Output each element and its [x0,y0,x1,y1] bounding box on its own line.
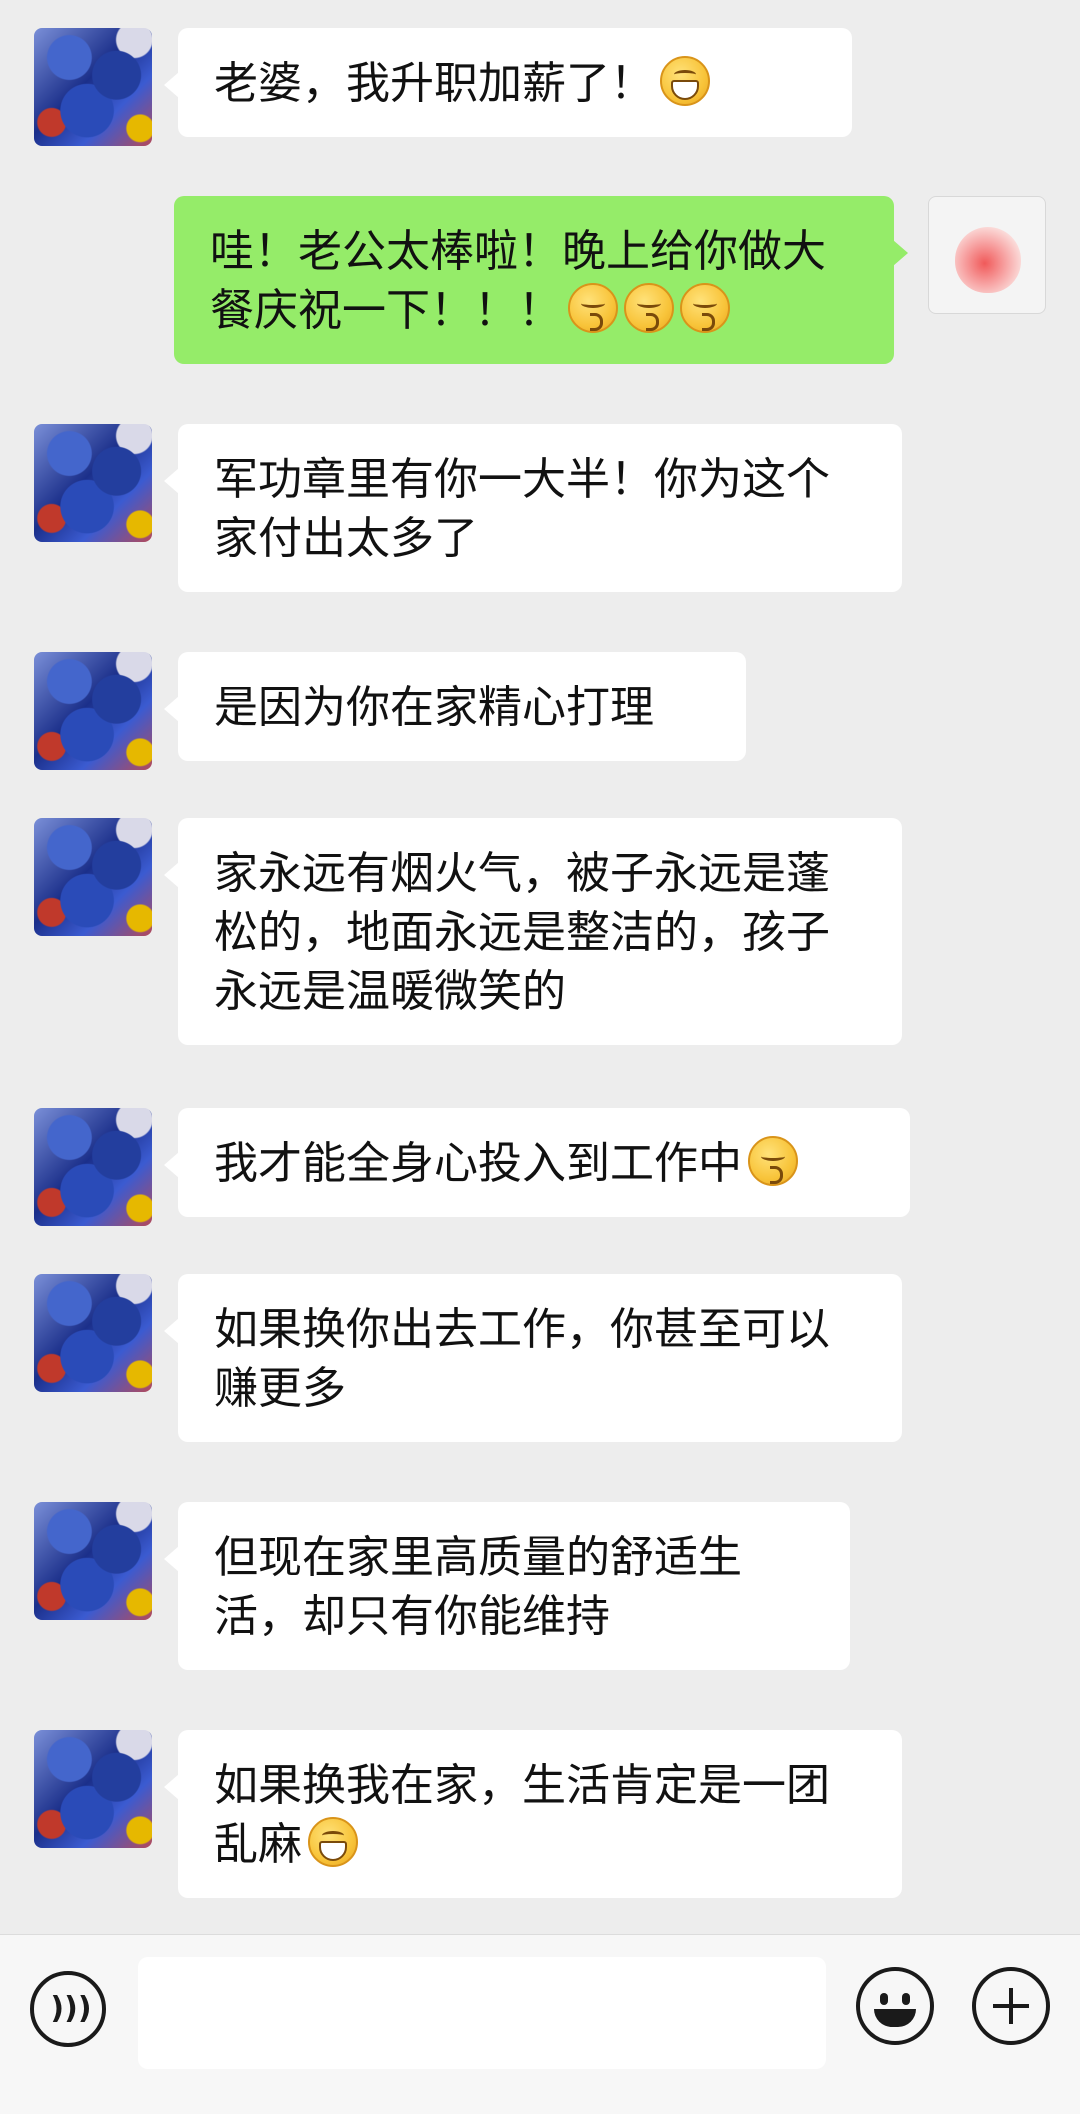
incoming-message: 但现在家里高质量的舒适生活，却只有你能维持 [34,1502,850,1670]
incoming-message: 我才能全身心投入到工作中 [34,1108,910,1226]
contact-avatar[interactable] [34,652,152,770]
incoming-message: 军功章里有你一大半！你为这个家付出太多了 [34,424,902,592]
message-text: 哇！老公太棒啦！晚上给你做大餐庆祝一下！！！ [210,226,826,336]
grin-emoji-icon [308,1817,358,1867]
emoji-button[interactable] [856,1967,934,2045]
my-avatar[interactable] [928,196,1046,314]
contact-avatar[interactable] [34,424,152,542]
outgoing-message: 哇！老公太棒啦！晚上给你做大餐庆祝一下！！！ [174,196,1046,364]
chat-message-list[interactable]: 老婆，我升职加薪了！ 哇！老公太棒啦！晚上给你做大餐庆祝一下！！！ 军功章里有你… [0,0,1080,1934]
incoming-message: 家永远有烟火气，被子永远是蓬松的，地面永远是整洁的，孩子永远是温暖微笑的 [34,818,902,1045]
kiss-emoji-icon [624,283,674,333]
contact-avatar[interactable] [34,28,152,146]
message-bubble[interactable]: 如果换我在家，生活肯定是一团乱麻 [164,1730,902,1898]
message-text: 如果换你出去工作，你甚至可以赚更多 [214,1304,830,1414]
voice-icon: ))) [50,1991,92,2026]
message-text: 军功章里有你一大半！你为这个家付出太多了 [214,454,830,564]
contact-avatar[interactable] [34,1502,152,1620]
message-bubble[interactable]: 我才能全身心投入到工作中 [164,1108,910,1217]
message-bubble[interactable]: 哇！老公太棒啦！晚上给你做大餐庆祝一下！！！ [174,196,908,364]
kiss-emoji-icon [748,1136,798,1186]
message-text: 但现在家里高质量的舒适生活，却只有你能维持 [214,1532,742,1642]
message-text: 我才能全身心投入到工作中 [214,1138,742,1189]
incoming-message: 老婆，我升职加薪了！ [34,28,852,146]
peach-icon [955,227,1021,293]
message-bubble[interactable]: 如果换你出去工作，你甚至可以赚更多 [164,1274,902,1442]
message-text: 家永远有烟火气，被子永远是蓬松的，地面永远是整洁的，孩子永远是温暖微笑的 [214,848,830,1017]
voice-button[interactable]: ))) [30,1971,106,2047]
kiss-emoji-icon [680,283,730,333]
contact-avatar[interactable] [34,1108,152,1226]
message-bubble[interactable]: 老婆，我升职加薪了！ [164,28,852,137]
message-bubble[interactable]: 但现在家里高质量的舒适生活，却只有你能维持 [164,1502,850,1670]
contact-avatar[interactable] [34,818,152,936]
message-bubble[interactable]: 家永远有烟火气，被子永远是蓬松的，地面永远是整洁的，孩子永远是温暖微笑的 [164,818,902,1045]
message-bubble[interactable]: 军功章里有你一大半！你为这个家付出太多了 [164,424,902,592]
message-text: 如果换我在家，生活肯定是一团乱麻 [214,1760,830,1870]
grin-emoji-icon [660,56,710,106]
input-toolbar: ))) [0,1934,1080,2114]
contact-avatar[interactable] [34,1730,152,1848]
message-text: 是因为你在家精心打理 [214,682,654,733]
contact-avatar[interactable] [34,1274,152,1392]
message-text: 老婆，我升职加薪了！ [214,58,654,109]
more-button[interactable] [972,1967,1050,2045]
incoming-message: 是因为你在家精心打理 [34,652,746,770]
kiss-emoji-icon [568,283,618,333]
message-bubble[interactable]: 是因为你在家精心打理 [164,652,746,761]
message-input[interactable] [138,1957,826,2069]
incoming-message: 如果换你出去工作，你甚至可以赚更多 [34,1274,902,1442]
incoming-message: 如果换我在家，生活肯定是一团乱麻 [34,1730,902,1898]
